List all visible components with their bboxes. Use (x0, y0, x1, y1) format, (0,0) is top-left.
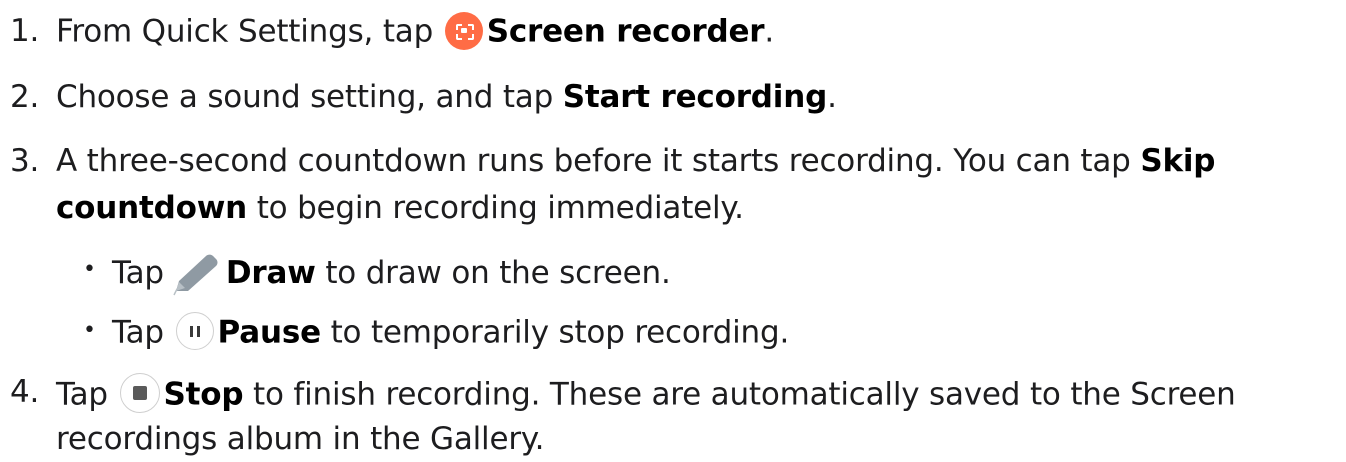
pause-icon (175, 312, 214, 350)
bullet-pause-text: Tap Pause to temporarily stop recording. (112, 312, 789, 356)
step-2-text: Choose a sound setting, and tap Start re… (56, 78, 837, 116)
step-1-number: 1. (10, 13, 40, 49)
step-4-pre: Tap (56, 376, 108, 413)
instruction-list: 1. From Quick Settings, tap Screen recor… (0, 0, 1346, 462)
step-4-post: to finish recording. These are automatic… (253, 376, 1236, 413)
step-3-cont-text: countdown to begin recording immediately… (56, 189, 744, 227)
bullet-pause-post: to temporarily stop recording. (330, 314, 790, 351)
bullet-draw-pre: Tap (112, 255, 164, 291)
bullet-pause-pre: Tap (112, 314, 164, 351)
bullet-symbol: • (83, 257, 96, 282)
step-3-pre: A three-second countdown runs before it … (56, 143, 1131, 179)
step-1-text: From Quick Settings, tap Screen recorder… (56, 12, 774, 54)
screen-recorder-label: Screen recorder (486, 13, 765, 50)
pause-label: Pause (217, 314, 322, 351)
step-2-pre: Choose a sound setting, and tap (56, 79, 554, 115)
step-4-cont-text: recordings album in the Gallery. (56, 421, 545, 457)
bullet-draw-post: to draw on the screen. (325, 255, 671, 291)
draw-label: Draw (225, 255, 316, 291)
step-1-post: . (764, 13, 775, 50)
draw-pencil-icon (173, 254, 218, 296)
step-3-text: A three-second countdown runs before it … (56, 142, 1215, 180)
step-2-number: 2. (10, 79, 40, 115)
bullet-draw-text: Tap Draw to draw on the screen. (112, 251, 671, 297)
stop-icon (119, 373, 160, 413)
step-2-post: . (827, 79, 837, 115)
step-1-pre: From Quick Settings, tap (56, 13, 434, 50)
bullet-symbol: • (83, 318, 96, 343)
step-3-post: to begin recording immediately. (256, 190, 744, 226)
step-4-number: 4. (10, 374, 40, 410)
screen-recorder-icon (444, 12, 483, 50)
countdown-label: countdown (56, 190, 248, 226)
step-3-number: 3. (10, 143, 40, 179)
stop-label: Stop (163, 376, 244, 413)
start-recording-label: Start recording (562, 79, 828, 115)
skip-label: Skip (1140, 143, 1216, 179)
step-4-text: Tap Stop to finish recording. These are … (56, 373, 1236, 419)
